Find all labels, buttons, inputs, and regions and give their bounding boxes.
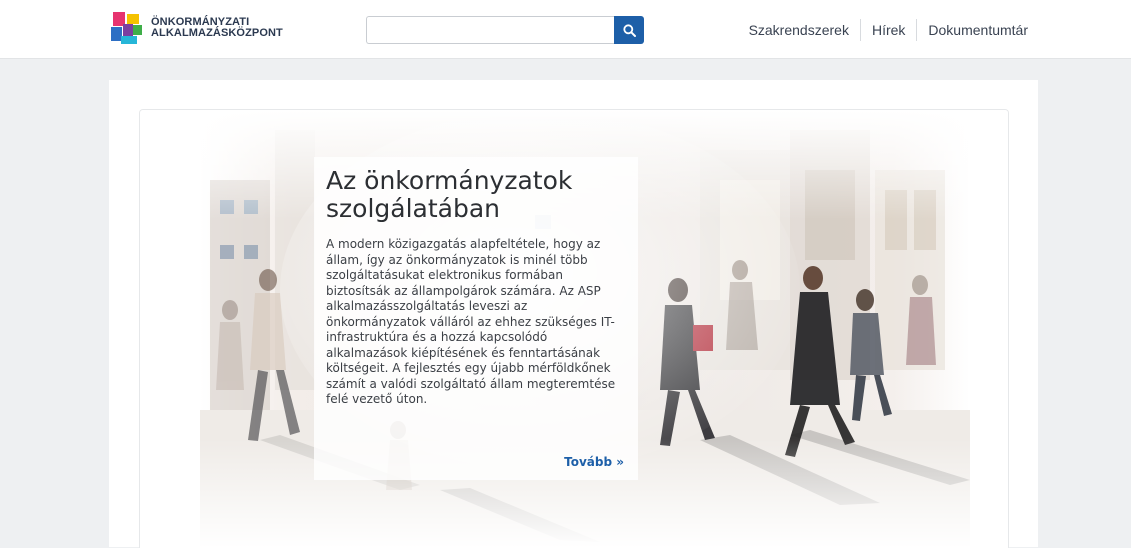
hero-title: Az önkormányzatok szolgálatában bbox=[326, 166, 573, 223]
logo-icon bbox=[111, 12, 143, 44]
hero-body: A modern közigazgatás alapfeltétele, hog… bbox=[326, 237, 616, 406]
search-bar bbox=[366, 16, 644, 44]
hero-card: Az önkormányzatok szolgálatában A modern… bbox=[139, 109, 1009, 548]
more-link[interactable]: Tovább » bbox=[564, 455, 624, 469]
logo-text: ÖNKORMÁNYZATI ALKALMAZÁSKÖZPONT bbox=[151, 17, 283, 39]
logo-line-2: ALKALMAZÁSKÖZPONT bbox=[151, 27, 283, 39]
nav-dokumentumtar[interactable]: Dokumentumtár bbox=[916, 19, 1039, 41]
main-nav: Szakrendszerek Hírek Dokumentumtár bbox=[738, 19, 1039, 41]
site-logo[interactable]: ÖNKORMÁNYZATI ALKALMAZÁSKÖZPONT bbox=[111, 12, 283, 44]
nav-hirek[interactable]: Hírek bbox=[859, 19, 916, 41]
content-wrapper: Az önkormányzatok szolgálatában A modern… bbox=[109, 80, 1038, 548]
nav-szakrendszerek[interactable]: Szakrendszerek bbox=[738, 19, 860, 41]
search-input[interactable] bbox=[366, 16, 614, 44]
site-header: ÖNKORMÁNYZATI ALKALMAZÁSKÖZPONT Szakrend… bbox=[0, 0, 1131, 58]
search-icon bbox=[622, 23, 636, 37]
hero-textbox: Az önkormányzatok szolgálatában A modern… bbox=[314, 157, 638, 480]
search-button[interactable] bbox=[614, 16, 644, 44]
